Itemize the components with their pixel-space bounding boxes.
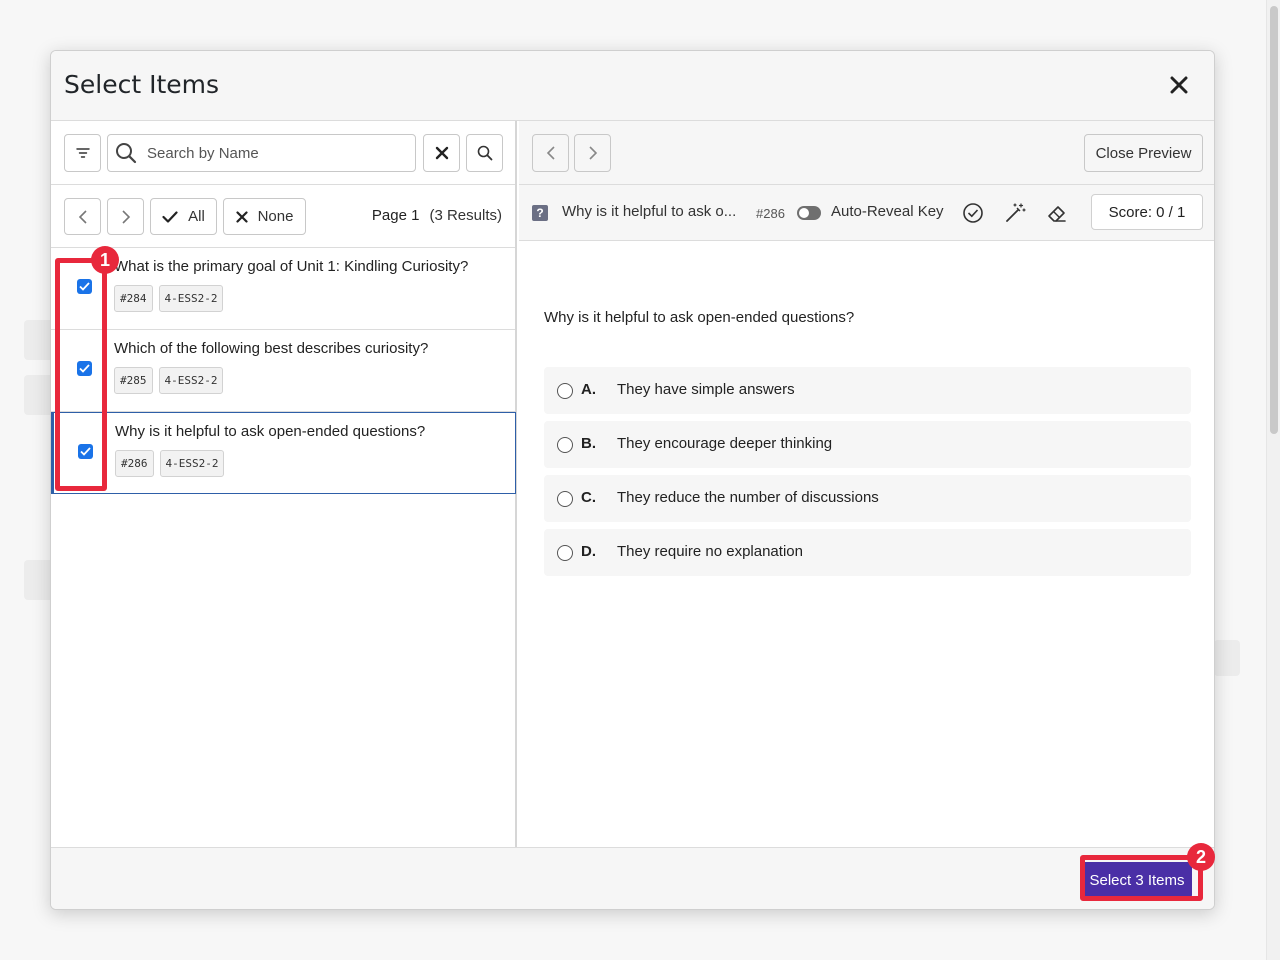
search-icon [115, 142, 137, 168]
item-tags: #286 4-ESS2-2 [115, 450, 225, 477]
choice-radio[interactable] [557, 545, 573, 561]
search-field [107, 134, 416, 172]
chevron-right-icon [588, 146, 597, 160]
next-item-button[interactable] [574, 134, 611, 172]
pager-toolbar: All None Page 1 (3 Results) [51, 185, 515, 248]
page-info: Page 1 (3 Results) [372, 207, 502, 224]
list-item-selected[interactable]: Why is it helpful to ask open-ended ques… [51, 412, 516, 494]
preview-nav-toolbar: Close Preview [519, 121, 1214, 185]
answer-choice-d[interactable]: D. They require no explanation [544, 529, 1191, 576]
close-preview-button[interactable]: Close Preview [1084, 134, 1203, 172]
close-icon [1170, 76, 1188, 94]
auto-reveal-label: Auto-Reveal Key [831, 203, 944, 220]
select-none-label: None [257, 208, 294, 225]
item-id-tag: #285 [114, 367, 153, 394]
background-block [1214, 640, 1240, 676]
item-list: What is the primary goal of Unit 1: Kind… [51, 248, 516, 494]
search-icon [477, 145, 492, 161]
score-display: Score: 0 / 1 [1091, 194, 1203, 230]
annotation-box-checkboxes [55, 258, 107, 491]
choice-letter: D. [581, 543, 596, 560]
magic-wand-button[interactable] [1003, 201, 1027, 225]
question-icon: ? [532, 205, 548, 221]
item-list-panel: All None Page 1 (3 Results) What is the p… [51, 121, 517, 847]
select-all-label: All [188, 208, 205, 225]
filter-button[interactable] [64, 134, 101, 172]
scrollbar-thumb[interactable] [1270, 6, 1278, 434]
choice-radio[interactable] [557, 437, 573, 453]
eraser-icon [1048, 206, 1066, 222]
item-title: Why is it helpful to ask open-ended ques… [115, 423, 426, 440]
filter-icon [75, 148, 90, 158]
item-id-tag: #284 [114, 285, 153, 312]
list-item[interactable]: What is the primary goal of Unit 1: Kind… [51, 248, 515, 330]
choice-letter: C. [581, 489, 596, 506]
auto-reveal-toggle[interactable] [797, 206, 821, 220]
chevron-left-icon [78, 209, 87, 224]
choice-text: They have simple answers [617, 381, 795, 398]
select-items-modal: Select Items Search by Name All None Pag… [50, 50, 1215, 910]
check-icon [162, 210, 178, 223]
eraser-button[interactable] [1045, 201, 1069, 225]
select-all-button[interactable]: All [150, 198, 217, 235]
check-answer-button[interactable] [961, 201, 985, 225]
close-modal-button[interactable] [1162, 68, 1196, 102]
item-standard-tag: 4-ESS2-2 [158, 285, 224, 312]
item-title: What is the primary goal of Unit 1: Kind… [114, 258, 469, 275]
select-none-button[interactable]: None [223, 198, 306, 235]
item-preview-panel: Close Preview ? Why is it helpful to ask… [519, 121, 1214, 847]
choice-text: They require no explanation [617, 543, 803, 560]
question-prompt: Why is it helpful to ask open-ended ques… [544, 309, 855, 326]
choice-text: They encourage deeper thinking [617, 435, 833, 452]
prev-page-button[interactable] [64, 198, 101, 235]
clear-search-button[interactable] [423, 134, 460, 172]
item-standard-tag: 4-ESS2-2 [158, 367, 224, 394]
item-id-tag: #286 [115, 450, 154, 477]
answer-choice-a[interactable]: A. They have simple answers [544, 367, 1191, 414]
close-icon [435, 146, 448, 160]
page-label: Page 1 [371, 207, 420, 224]
answer-choice-b[interactable]: B. They encourage deeper thinking [544, 421, 1191, 468]
search-toolbar [51, 121, 515, 185]
chevron-left-icon [546, 146, 555, 160]
modal-footer: Select 3 Items [51, 847, 1214, 909]
check-circle-icon [963, 203, 983, 223]
close-icon [235, 210, 248, 223]
search-input[interactable] [147, 135, 407, 171]
question-title: Why is it helpful to ask o... [562, 203, 737, 220]
item-tags: #285 4-ESS2-2 [114, 367, 224, 394]
item-standard-tag: 4-ESS2-2 [159, 450, 225, 477]
choice-text: They reduce the number of discussions [617, 489, 879, 506]
magic-wand-icon [1006, 203, 1026, 222]
answer-choice-c[interactable]: C. They reduce the number of discussions [544, 475, 1191, 522]
annotation-badge: 2 [1187, 843, 1215, 871]
question-toolbar: ? Why is it helpful to ask o... #286 Aut… [519, 185, 1214, 241]
page-scrollbar[interactable] [1266, 0, 1280, 960]
item-title: Which of the following best describes cu… [114, 340, 429, 357]
list-item[interactable]: Which of the following best describes cu… [51, 330, 515, 412]
choice-radio[interactable] [557, 491, 573, 507]
search-button[interactable] [466, 134, 503, 172]
choice-letter: B. [581, 435, 596, 452]
choice-letter: A. [581, 381, 596, 398]
choice-radio[interactable] [557, 383, 573, 399]
next-page-button[interactable] [107, 198, 144, 235]
annotation-box-select-button [1080, 855, 1203, 901]
annotation-badge: 1 [91, 246, 119, 274]
prev-item-button[interactable] [532, 134, 569, 172]
chevron-right-icon [121, 209, 130, 224]
modal-header: Select Items [51, 51, 1214, 121]
item-tags: #284 4-ESS2-2 [114, 285, 224, 312]
modal-title: Select Items [64, 70, 220, 99]
results-count: (3 Results) [429, 207, 502, 224]
question-number: #286 [756, 206, 785, 221]
question-preview: Why is it helpful to ask open-ended ques… [519, 241, 1214, 847]
